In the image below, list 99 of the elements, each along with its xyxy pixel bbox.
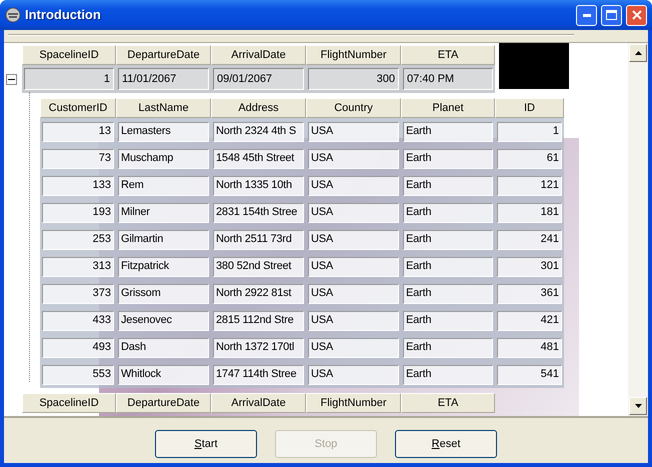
grid-cell: 253: [42, 230, 114, 250]
grid-cell: Earth: [403, 148, 493, 168]
grid-cell: Grissom: [118, 284, 209, 304]
grid-cell: USA: [308, 122, 399, 142]
grid-cell: 121: [497, 176, 562, 196]
grid-cell: USA: [308, 176, 399, 196]
banner-placeholder: [499, 43, 569, 89]
grid-cell: 493: [42, 338, 114, 358]
grid-cell: North 2324 4th S: [213, 122, 304, 142]
grid-cell: 193: [42, 202, 114, 222]
grid-cell: USA: [308, 310, 399, 330]
column-header[interactable]: ArrivalDate: [211, 393, 306, 413]
grid-cell: 13: [42, 122, 114, 142]
grid-cell: 373: [42, 284, 114, 304]
close-icon: [632, 10, 642, 20]
grid-cell: 2815 112nd Stre: [213, 310, 304, 330]
grid-cell: 2831 154th Stree: [213, 202, 304, 222]
app-icon: [5, 7, 21, 23]
grid-cell: Rem: [118, 176, 209, 196]
column-header[interactable]: Country: [306, 98, 401, 118]
grid-cell: 241: [497, 230, 562, 250]
grid-cell: USA: [308, 338, 399, 358]
grid-cell: 181: [497, 202, 562, 222]
grid-cell: Earth: [403, 364, 493, 384]
window-title: Introduction: [25, 6, 102, 24]
grid-cell: Earth: [403, 310, 493, 330]
grid-cell: Earth: [403, 176, 493, 196]
grid-cell: Fitzpatrick: [118, 256, 209, 276]
close-button[interactable]: [626, 4, 647, 26]
grid-cell: 73: [42, 148, 114, 168]
grid-cell: Muschamp: [118, 148, 209, 168]
column-header[interactable]: SpacelineID: [22, 393, 116, 413]
grid-cell: USA: [308, 284, 399, 304]
grid-cell: 421: [497, 310, 562, 330]
grid-cell: 380 52nd Street: [213, 256, 304, 276]
maximize-button[interactable]: [601, 4, 622, 26]
grid-cell: USA: [308, 202, 399, 222]
grid-cell: Gilmartin: [118, 230, 209, 250]
grid-cell: Earth: [403, 230, 493, 250]
action-button[interactable]: Reset: [395, 430, 497, 458]
maximize-icon: [606, 10, 617, 20]
grid-cell: 481: [497, 338, 562, 358]
column-header[interactable]: LastName: [116, 98, 211, 118]
grid-cell: USA: [308, 364, 399, 384]
column-header[interactable]: Planet: [401, 98, 495, 118]
grid-cell: Lemasters: [118, 122, 209, 142]
grid-cell: 61: [497, 148, 562, 168]
grid-cell: USA: [308, 230, 399, 250]
up-arrow-icon: [634, 51, 642, 55]
grid-cell: Jesenovec: [118, 310, 209, 330]
grid-cell: 300: [308, 68, 399, 90]
grid-cell: Earth: [403, 256, 493, 276]
scroll-down-button[interactable]: [629, 397, 647, 415]
column-header[interactable]: Address: [211, 98, 306, 118]
grid-cell: 313: [42, 256, 114, 276]
grid-cell: Milner: [118, 202, 209, 222]
down-arrow-icon: [634, 404, 642, 408]
grid-cell: 1548 45th Street: [213, 148, 304, 168]
grid-cell: 361: [497, 284, 562, 304]
grid-cell: Earth: [403, 122, 493, 142]
vertical-scrollbar[interactable]: [628, 43, 648, 416]
grid-cell: 09/01/2067: [213, 68, 304, 90]
column-header[interactable]: ETA: [401, 393, 495, 413]
minimize-button[interactable]: [576, 4, 597, 26]
grid-cell: USA: [308, 148, 399, 168]
grid-cell: Whitlock: [118, 364, 209, 384]
grid-cell: Earth: [403, 202, 493, 222]
minimize-icon: [582, 14, 590, 16]
grid-cell: 541: [497, 364, 562, 384]
scroll-up-button[interactable]: [629, 44, 647, 62]
column-header[interactable]: ETA: [401, 45, 495, 65]
column-header[interactable]: SpacelineID: [22, 45, 116, 65]
action-button[interactable]: Start: [155, 430, 257, 458]
grid-cell: 433: [42, 310, 114, 330]
column-header[interactable]: ID: [495, 98, 564, 118]
column-header[interactable]: ArrivalDate: [211, 45, 306, 65]
grid-cell: 1: [24, 68, 114, 90]
grid-cell: 133: [42, 176, 114, 196]
minus-icon: [8, 76, 15, 83]
column-header[interactable]: FlightNumber: [306, 45, 401, 65]
grid-cell: 07:40 PM: [403, 68, 493, 90]
grid-cell: Dash: [118, 338, 209, 358]
grid-cell: Earth: [403, 284, 493, 304]
grid-cell: 1747 114th Stree: [213, 364, 304, 384]
grid-cell: North 2922 81st: [213, 284, 304, 304]
column-header[interactable]: CustomerID: [40, 98, 116, 118]
grid-cell: 1: [497, 122, 562, 142]
column-header[interactable]: FlightNumber: [306, 393, 401, 413]
grid-cell: 11/01/2067: [118, 68, 209, 90]
grid-cell: Earth: [403, 338, 493, 358]
grid-cell: USA: [308, 256, 399, 276]
grid-cell: North 1372 170tl: [213, 338, 304, 358]
column-header[interactable]: DepartureDate: [116, 45, 211, 65]
collapse-toggle[interactable]: [6, 74, 17, 85]
grid-cell: North 1335 10th: [213, 176, 304, 196]
grid-cell: North 2511 73rd: [213, 230, 304, 250]
grid-cell: 553: [42, 364, 114, 384]
grid-cell: 301: [497, 256, 562, 276]
column-header[interactable]: DepartureDate: [116, 393, 211, 413]
